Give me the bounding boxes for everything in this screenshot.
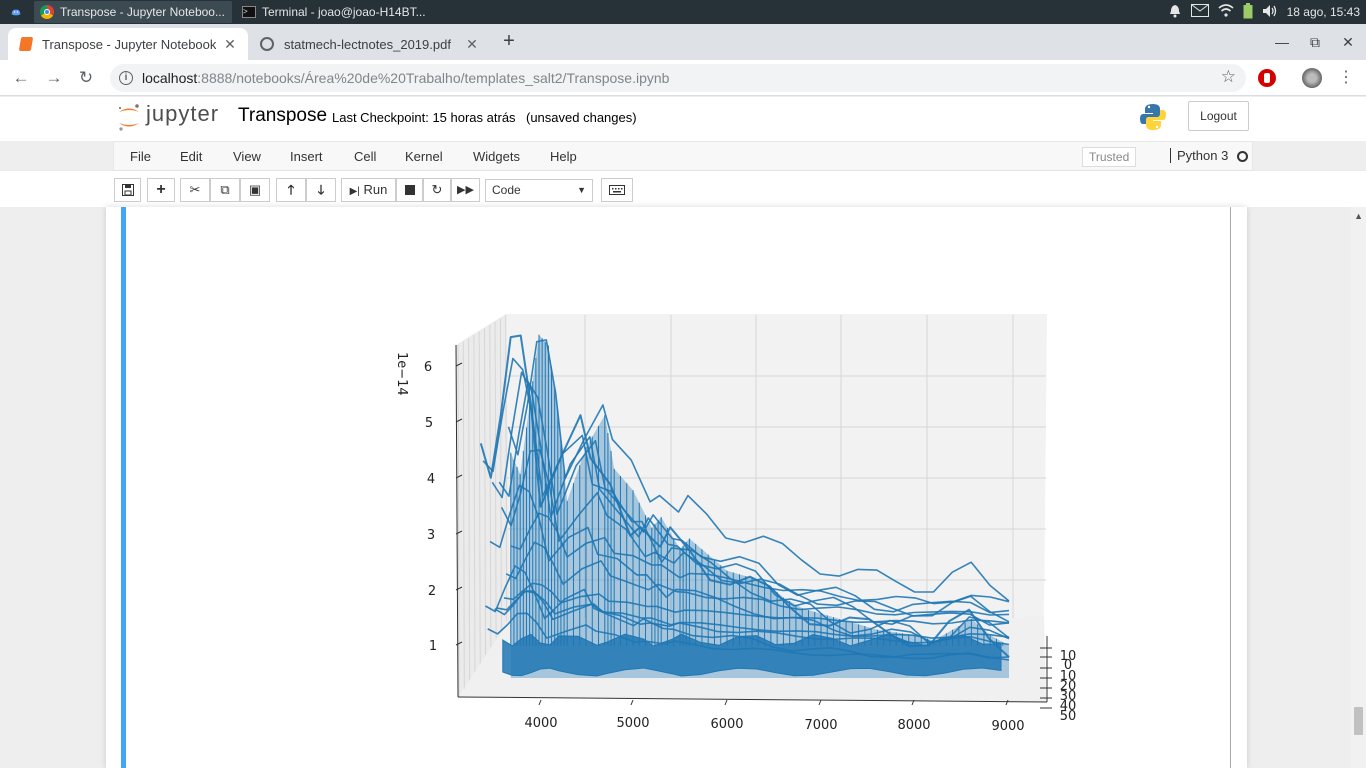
new-tab-button[interactable]: +	[497, 30, 521, 54]
url-text: localhost:8888/notebooks/Área%20de%20Tra…	[142, 70, 670, 86]
kernel-name: Python 3	[1170, 148, 1228, 163]
forward-arrow-icon[interactable]: →	[43, 67, 65, 89]
whisker-menu-icon[interactable]	[4, 1, 28, 23]
chrome-icon	[40, 5, 54, 19]
save-icon[interactable]	[114, 178, 141, 202]
menu-help[interactable]: Help	[550, 149, 577, 164]
copy-icon[interactable]: ⧉	[210, 178, 240, 202]
notebook-name[interactable]: Transpose	[238, 105, 327, 127]
move-down-icon[interactable]: 🡓	[306, 178, 336, 202]
checkpoint-status: Last Checkpoint: 15 horas atrás	[332, 110, 516, 125]
menu-view[interactable]: View	[233, 149, 261, 164]
close-tab-icon[interactable]: ✕	[462, 34, 482, 54]
browser-tab-jupyter[interactable]: Transpose - Jupyter Notebook ✕	[8, 28, 248, 60]
volume-icon[interactable]	[1262, 4, 1278, 21]
taskbar-item-label: Transpose - Jupyter Noteboo...	[60, 5, 225, 19]
tab-title: Transpose - Jupyter Notebook	[42, 36, 217, 52]
page-scrollbar[interactable]	[1351, 207, 1366, 768]
back-arrow-icon[interactable]: ←	[10, 67, 32, 89]
reload-icon[interactable]: ↻	[75, 67, 97, 89]
info-icon[interactable]: i	[119, 71, 133, 85]
jupyter-favicon-icon	[18, 37, 34, 51]
clock[interactable]: 18 ago, 15:43	[1287, 5, 1360, 19]
cut-icon[interactable]: ✂	[180, 178, 210, 202]
insert-cell-icon[interactable]: +	[147, 178, 175, 202]
autosave-status: (unsaved changes)	[526, 110, 637, 125]
taskbar-item-label: Terminal - joao@joao-H14BT...	[262, 5, 426, 19]
battery-icon[interactable]	[1243, 2, 1253, 22]
restart-icon[interactable]: ↻	[423, 178, 451, 202]
menu-cell[interactable]: Cell	[354, 149, 376, 164]
browser-tab-pdf[interactable]: statmech-lectnotes_2019.pdf ✕	[250, 28, 490, 60]
cell-type-select[interactable]: Code ▼	[485, 179, 593, 202]
restart-run-all-icon[interactable]: ▶▶	[451, 178, 480, 202]
trusted-indicator[interactable]: Trusted	[1082, 147, 1137, 167]
run-label: Run	[363, 182, 388, 197]
notebook-toolbar: + ✂ ⧉ ▣ 🡑 🡓 ▶| Run ↻ ▶▶ Code ▼	[0, 171, 1366, 207]
kernel-status-icon	[1237, 151, 1248, 162]
run-icon: ▶|	[349, 186, 360, 197]
terminal-icon: >	[242, 6, 256, 18]
bookmark-star-icon[interactable]: ☆	[1221, 67, 1236, 87]
logout-button[interactable]: Logout	[1188, 101, 1249, 131]
scroll-up-icon[interactable]: ▲	[1354, 211, 1363, 221]
maximize-icon[interactable]: ⧉	[1305, 32, 1325, 52]
run-button[interactable]: ▶| Run	[341, 178, 396, 202]
python-logo-icon	[1138, 102, 1168, 137]
taskbar-item-chrome[interactable]: Transpose - Jupyter Noteboo...	[34, 1, 232, 23]
menu-kernel[interactable]: Kernel	[405, 149, 443, 164]
os-taskbar: Transpose - Jupyter Noteboo... > Termina…	[0, 0, 1366, 24]
close-tab-icon[interactable]: ✕	[220, 34, 240, 54]
close-window-icon[interactable]: ✕	[1338, 32, 1358, 52]
minimize-icon[interactable]: —	[1272, 32, 1292, 52]
taskbar-item-terminal[interactable]: > Terminal - joao@joao-H14BT...	[236, 1, 436, 23]
jupyter-logo-icon[interactable]	[117, 102, 141, 132]
jupyter-header: jupyter Transpose Last Checkpoint: 15 ho…	[0, 97, 1366, 141]
notebook-menubar: File Edit View Insert Cell Kernel Widget…	[113, 141, 1253, 171]
move-up-icon[interactable]: 🡑	[276, 178, 306, 202]
system-tray: 18 ago, 15:43	[1168, 0, 1366, 24]
browser-tab-strip: Transpose - Jupyter Notebook ✕ statmech-…	[0, 24, 1366, 60]
notebook-area	[0, 207, 1366, 768]
profile-avatar-icon[interactable]	[1302, 68, 1322, 88]
browser-menu-icon[interactable]: ⋮	[1338, 67, 1354, 87]
menu-widgets[interactable]: Widgets	[473, 149, 520, 164]
extension-icon[interactable]	[1258, 69, 1276, 87]
wifi-icon[interactable]	[1218, 4, 1234, 20]
interrupt-icon[interactable]	[396, 178, 423, 202]
menu-edit[interactable]: Edit	[180, 149, 202, 164]
menu-insert[interactable]: Insert	[290, 149, 323, 164]
tab-title: statmech-lectnotes_2019.pdf	[284, 36, 451, 52]
keyboard-icon[interactable]	[601, 178, 633, 202]
menu-file[interactable]: File	[130, 149, 151, 164]
browser-toolbar: ← → ↻ i localhost:8888/notebooks/Área%20…	[0, 60, 1366, 96]
notification-bell-icon[interactable]	[1168, 4, 1182, 21]
globe-icon	[260, 37, 274, 51]
mail-icon[interactable]	[1190, 4, 1209, 20]
chevron-down-icon: ▼	[577, 185, 586, 195]
cell-selection-bar	[121, 207, 126, 768]
scrollbar-thumb[interactable]	[1354, 707, 1363, 735]
cell-type-value: Code	[492, 183, 521, 197]
address-bar[interactable]: i localhost:8888/notebooks/Área%20de%20T…	[110, 64, 1246, 92]
notebook-container	[106, 207, 1247, 768]
selected-cell[interactable]	[121, 207, 1231, 768]
jupyter-logo-text[interactable]: jupyter	[146, 101, 219, 127]
paste-icon[interactable]: ▣	[240, 178, 270, 202]
